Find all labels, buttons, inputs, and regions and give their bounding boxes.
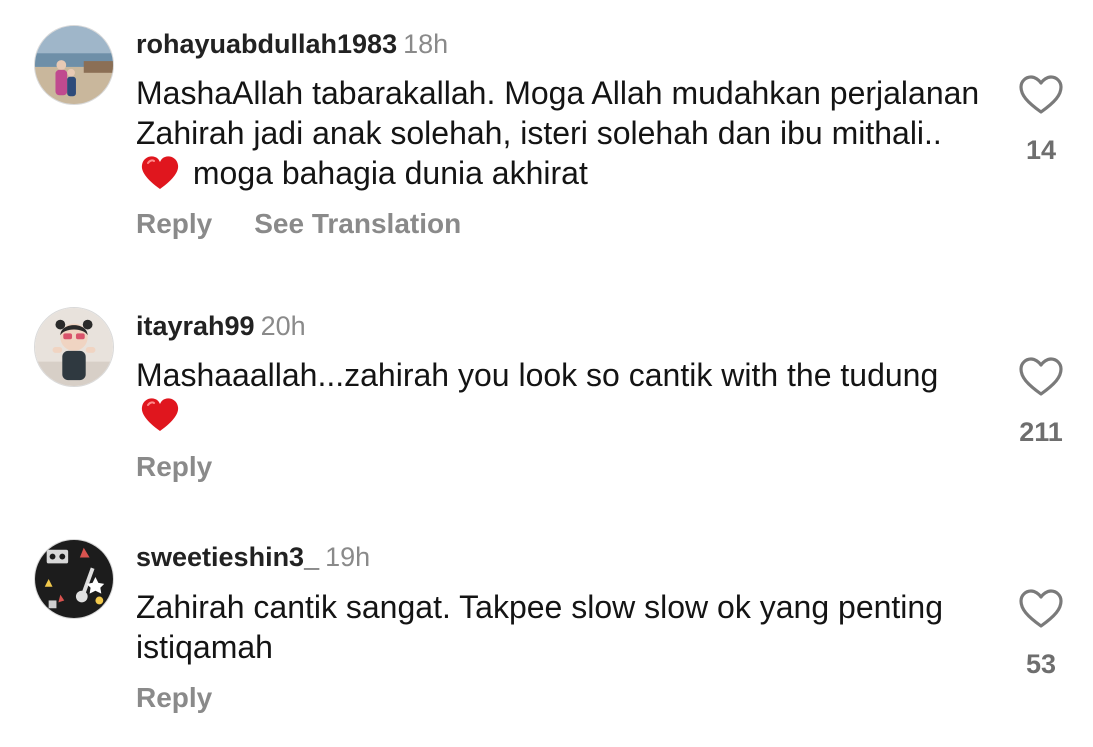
reply-button[interactable]: Reply	[136, 682, 212, 713]
red-heart-emoji-icon	[140, 397, 180, 433]
reply-button[interactable]: Reply	[136, 451, 212, 482]
avatar[interactable]	[34, 539, 114, 619]
avatar[interactable]	[34, 307, 114, 387]
comment-text-part: Zahirah cantik sangat. Takpee slow slow …	[136, 589, 943, 665]
comment-text: Mashaaallah...zahirah you look so cantik…	[136, 355, 986, 435]
reply-button[interactable]: Reply	[136, 208, 212, 239]
avatar[interactable]	[34, 25, 114, 105]
username[interactable]: itayrah99	[136, 311, 255, 341]
username[interactable]: rohayuabdullah1983	[136, 29, 397, 59]
timestamp: 19h	[325, 542, 371, 572]
username[interactable]: sweetieshin3_	[136, 542, 319, 572]
comment-text-part: moga bahagia dunia akhirat	[184, 155, 588, 191]
heart-outline-icon[interactable]	[1018, 588, 1064, 630]
comment-text: Zahirah cantik sangat. Takpee slow slow …	[136, 587, 986, 667]
like-count: 14	[1025, 135, 1057, 165]
avatar-photo-child	[35, 308, 113, 386]
like-count: 211	[1019, 417, 1063, 447]
red-heart-emoji-icon	[140, 155, 180, 191]
see-translation-button[interactable]: See Translation	[254, 208, 461, 239]
timestamp: 18h	[403, 29, 449, 59]
timestamp: 20h	[260, 311, 306, 341]
heart-outline-icon[interactable]	[1018, 74, 1064, 116]
comment-text-part: MashaAllah tabarakallah. Moga Allah muda…	[136, 75, 980, 151]
avatar-photo-pattern	[35, 540, 113, 618]
comment-text-part: Mashaaallah...zahirah you look so cantik…	[136, 357, 939, 393]
comment-text: MashaAllah tabarakallah. Moga Allah muda…	[136, 73, 986, 193]
like-count: 53	[1025, 649, 1057, 679]
heart-outline-icon[interactable]	[1018, 356, 1064, 398]
avatar-photo-beach	[35, 26, 113, 104]
